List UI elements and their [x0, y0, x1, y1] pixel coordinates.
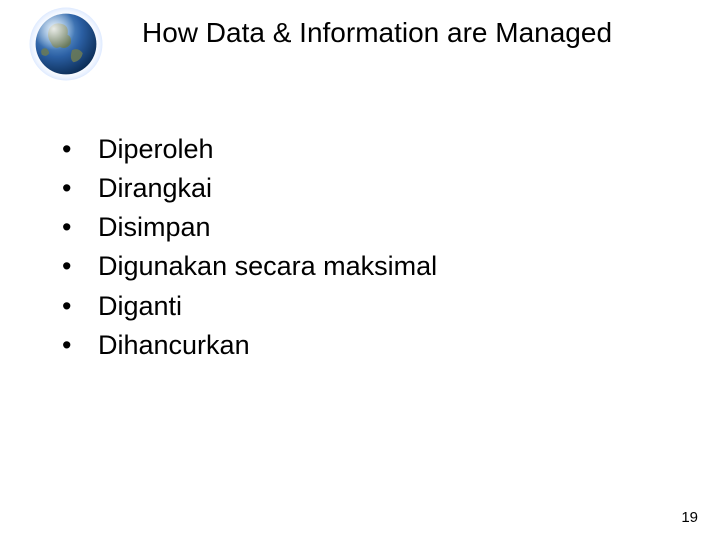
- list-item: • Digunakan secara maksimal: [62, 247, 437, 286]
- bullet-list: • Diperoleh • Dirangkai • Disimpan • Dig…: [62, 130, 437, 365]
- list-item: • Dirangkai: [62, 169, 437, 208]
- slide: How Data & Information are Managed • Dip…: [0, 0, 720, 540]
- bullet-text: Dihancurkan: [98, 326, 250, 365]
- globe-icon: [28, 6, 104, 82]
- bullet-text: Dirangkai: [98, 169, 212, 208]
- bullet-dot-icon: •: [62, 247, 98, 286]
- bullet-dot-icon: •: [62, 169, 98, 208]
- page-number: 19: [681, 509, 698, 526]
- slide-title: How Data & Information are Managed: [142, 16, 612, 50]
- bullet-dot-icon: •: [62, 326, 98, 365]
- list-item: • Dihancurkan: [62, 326, 437, 365]
- bullet-text: Diganti: [98, 287, 182, 326]
- list-item: • Disimpan: [62, 208, 437, 247]
- list-item: • Diperoleh: [62, 130, 437, 169]
- bullet-dot-icon: •: [62, 130, 98, 169]
- bullet-dot-icon: •: [62, 208, 98, 247]
- bullet-dot-icon: •: [62, 287, 98, 326]
- bullet-text: Disimpan: [98, 208, 211, 247]
- bullet-text: Diperoleh: [98, 130, 214, 169]
- list-item: • Diganti: [62, 287, 437, 326]
- bullet-text: Digunakan secara maksimal: [98, 247, 437, 286]
